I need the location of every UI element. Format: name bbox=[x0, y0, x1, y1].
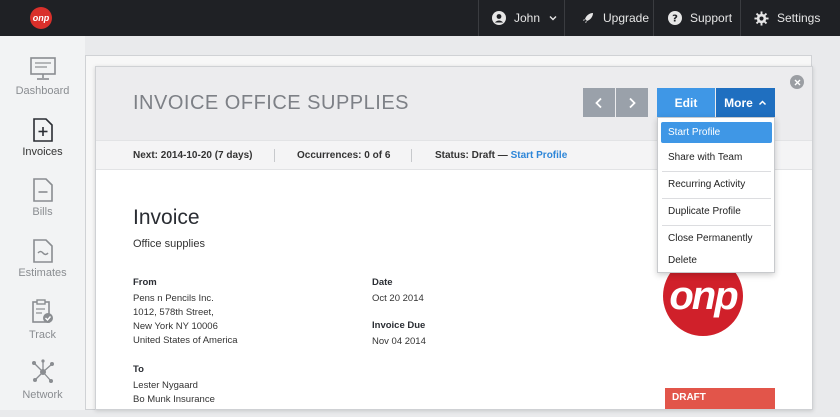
sidebar-item-label: Dashboard bbox=[15, 85, 70, 97]
edit-button[interactable]: Edit bbox=[657, 88, 715, 117]
divider bbox=[274, 149, 275, 162]
invoice-subtitle: Office supplies bbox=[133, 238, 205, 250]
sidebar-item-invoices[interactable]: Invoices bbox=[0, 118, 85, 176]
invoice-add-icon bbox=[32, 118, 53, 142]
divider bbox=[411, 149, 412, 162]
clipboard-check-icon bbox=[31, 299, 53, 323]
rocket-icon bbox=[583, 13, 593, 23]
estimate-icon bbox=[32, 239, 53, 263]
user-icon bbox=[492, 11, 506, 25]
start-profile-link[interactable]: Start Profile bbox=[511, 150, 568, 161]
to-address: Lester Nygaard Bo Munk Insurance bbox=[133, 379, 215, 407]
page-title: INVOICE OFFICE SUPPLIES bbox=[133, 92, 410, 114]
sidebar: Dashboard Invoices Bills Estimates Track… bbox=[0, 36, 85, 410]
sidebar-item-label: Estimates bbox=[18, 267, 67, 279]
sidebar-item-label: Bills bbox=[32, 206, 53, 218]
monitor-icon bbox=[29, 57, 56, 80]
date-label: Date bbox=[372, 277, 393, 288]
menu-item-recurring-activity[interactable]: Recurring Activity bbox=[658, 176, 774, 194]
settings-button[interactable]: Settings bbox=[740, 0, 840, 36]
chevron-down-icon bbox=[549, 16, 557, 21]
menu-divider bbox=[662, 171, 771, 172]
upgrade-label: Upgrade bbox=[603, 11, 650, 25]
from-label: From bbox=[133, 277, 157, 288]
prev-button[interactable] bbox=[583, 88, 615, 117]
sidebar-item-bills[interactable]: Bills bbox=[0, 178, 85, 236]
svg-text:?: ? bbox=[672, 14, 678, 25]
chevron-left-icon bbox=[595, 97, 602, 108]
help-icon: ? bbox=[668, 11, 682, 25]
date-value: Oct 20 2014 bbox=[372, 293, 424, 304]
chevron-up-icon bbox=[758, 99, 766, 105]
bill-icon bbox=[32, 178, 53, 202]
sidebar-item-label: Track bbox=[28, 329, 57, 341]
chevron-right-icon bbox=[629, 97, 636, 108]
address-line: Bo Munk Insurance bbox=[133, 394, 215, 405]
support-label: Support bbox=[690, 11, 733, 25]
address-line: United States of America bbox=[133, 335, 238, 346]
support-button[interactable]: ? Support bbox=[653, 0, 740, 36]
settings-label: Settings bbox=[777, 11, 821, 25]
sidebar-item-estimates[interactable]: Estimates bbox=[0, 239, 85, 297]
from-address: Pens n Pencils Inc. 1012, 578th Street, … bbox=[133, 292, 238, 348]
status-text: Status: Draft — Start Profile bbox=[435, 150, 567, 161]
menu-item-start-profile[interactable]: Start Profile bbox=[661, 122, 772, 143]
to-label: To bbox=[133, 364, 144, 375]
brand-logo[interactable]: onp bbox=[30, 7, 52, 29]
next-date: Next: 2014-10-20 (7 days) bbox=[133, 150, 253, 161]
network-icon bbox=[31, 359, 54, 383]
address-line: 1012, 578th Street, bbox=[133, 307, 214, 318]
sidebar-item-label: Invoices bbox=[22, 146, 63, 158]
gear-icon bbox=[754, 10, 769, 26]
sidebar-item-network[interactable]: Network bbox=[0, 359, 85, 417]
address-line: Lester Nygaard bbox=[133, 380, 198, 391]
menu-item-share-with-team[interactable]: Share with Team bbox=[658, 149, 774, 167]
due-label: Invoice Due bbox=[372, 320, 426, 331]
menu-divider bbox=[662, 225, 771, 226]
menu-item-duplicate-profile[interactable]: Duplicate Profile bbox=[658, 203, 774, 221]
draft-badge: DRAFT bbox=[665, 388, 775, 409]
due-value: Nov 04 2014 bbox=[372, 336, 426, 347]
next-button[interactable] bbox=[616, 88, 648, 117]
user-menu[interactable]: John bbox=[478, 0, 564, 36]
address-line: Pens n Pencils Inc. bbox=[133, 293, 214, 304]
menu-item-delete[interactable]: Delete bbox=[658, 252, 774, 270]
menu-divider bbox=[662, 198, 771, 199]
more-label: More bbox=[724, 95, 753, 110]
address-line: New York NY 10006 bbox=[133, 321, 218, 332]
more-button[interactable]: More bbox=[716, 88, 775, 117]
sidebar-item-dashboard[interactable]: Dashboard bbox=[0, 57, 85, 115]
top-navbar: onp John Upgrade ? Support Settings bbox=[0, 0, 840, 36]
close-icon[interactable] bbox=[790, 75, 804, 89]
more-dropdown-menu: Start Profile Share with Team Recurring … bbox=[657, 117, 775, 273]
occurrences: Occurrences: 0 of 6 bbox=[297, 150, 391, 161]
upgrade-button[interactable]: Upgrade bbox=[564, 0, 653, 36]
status-value: Status: Draft — bbox=[435, 150, 508, 161]
sidebar-item-label: Network bbox=[22, 389, 63, 401]
menu-item-close-permanently[interactable]: Close Permanently bbox=[658, 230, 774, 248]
sidebar-item-track[interactable]: Track bbox=[0, 299, 85, 357]
invoice-heading: Invoice bbox=[133, 206, 200, 229]
user-name: John bbox=[514, 11, 541, 25]
